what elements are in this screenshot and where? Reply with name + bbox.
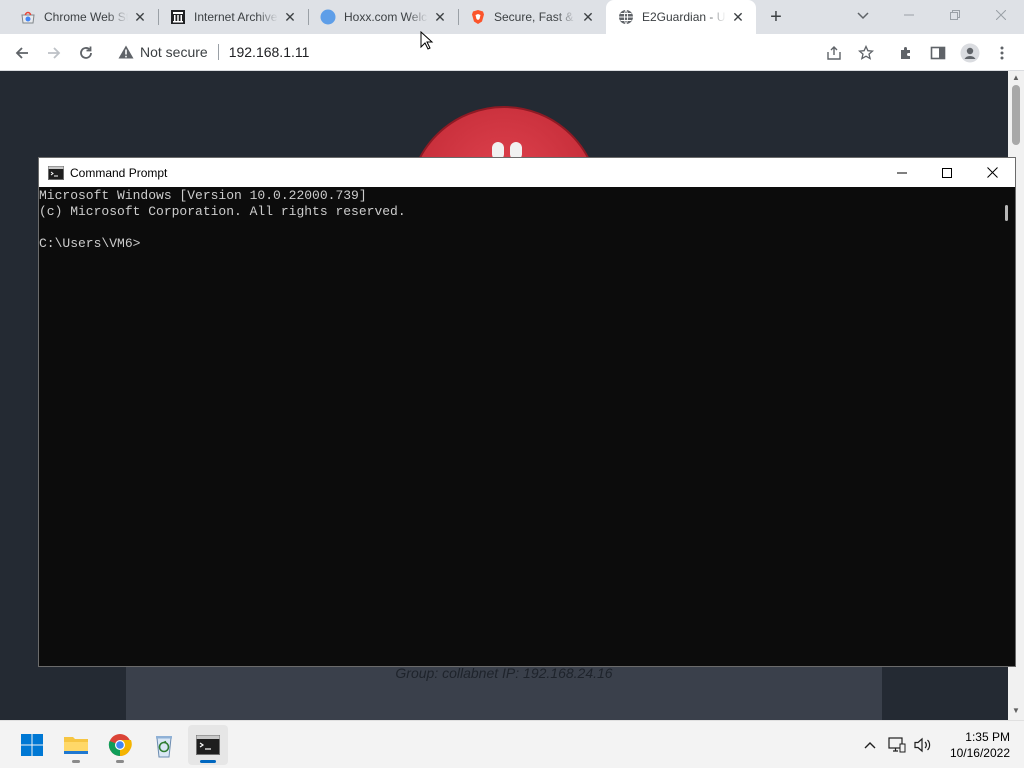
menu-button[interactable]	[988, 39, 1016, 67]
chrome-web-store-icon	[20, 9, 36, 25]
browser-tab-strip: Chrome Web Store ✕ Internet Archive ✕ Ho…	[0, 0, 1024, 34]
cmd-line: (c) Microsoft Corporation. All rights re…	[39, 204, 406, 219]
cmd-title: Command Prompt	[70, 165, 168, 180]
puzzle-icon	[901, 47, 910, 59]
address-bar[interactable]: Not secure 192.168.1.11	[108, 38, 888, 66]
reload-icon	[80, 46, 92, 59]
globe-icon	[618, 9, 634, 25]
tab-chrome-web-store[interactable]: Chrome Web Store ✕	[8, 0, 158, 34]
tab-brave[interactable]: Secure, Fast & Private ✕	[458, 0, 606, 34]
cmd-close-button[interactable]	[969, 158, 1015, 187]
taskbar: 1:35 PM 10/16/2022	[0, 720, 1024, 768]
chrome-icon	[108, 734, 132, 756]
globe-blue-icon	[320, 9, 336, 25]
forward-arrow-icon	[48, 47, 61, 59]
warning-triangle-icon[interactable]	[118, 44, 134, 60]
tab-title: E2Guardian - Unauthorised	[642, 10, 726, 24]
tab-e2guardian[interactable]: E2Guardian - Unauthorised ✕	[606, 0, 756, 34]
tab-title: Internet Archive	[194, 10, 278, 24]
cmd-line	[39, 220, 999, 236]
maximize-icon	[942, 167, 952, 178]
side-panel-button[interactable]	[924, 39, 952, 67]
url-text[interactable]: 192.168.1.11	[229, 44, 310, 60]
mouse-cursor-icon	[420, 31, 434, 50]
close-icon	[986, 167, 998, 178]
command-prompt-window[interactable]: Command Prompt Microsoft Windows [Versio…	[38, 157, 1016, 667]
tab-search-chevron-icon[interactable]	[852, 6, 874, 26]
back-arrow-icon	[15, 47, 28, 59]
scroll-thumb[interactable]	[1012, 85, 1020, 145]
reload-button[interactable]	[72, 39, 100, 67]
tab-title: Hoxx.com Welcome	[344, 10, 428, 24]
forward-button[interactable]	[40, 39, 68, 67]
bookmark-button[interactable]	[852, 39, 880, 67]
avatar-icon	[960, 43, 980, 63]
taskbar-file-explorer[interactable]	[56, 725, 96, 765]
minimize-icon	[904, 14, 914, 16]
cmd-minimize-button[interactable]	[879, 158, 925, 187]
browser-close-button[interactable]	[978, 0, 1024, 30]
security-label[interactable]: Not secure	[140, 44, 208, 60]
cmd-scrollbar[interactable]	[999, 187, 1015, 666]
browser-minimize-button[interactable]	[886, 0, 932, 30]
chevron-up-icon	[864, 742, 876, 749]
scroll-down-arrow-icon[interactable]: ▼	[1011, 706, 1021, 716]
file-explorer-icon	[64, 737, 88, 754]
internet-archive-icon	[170, 9, 186, 25]
start-button[interactable]	[12, 725, 52, 765]
cmd-prompt-line[interactable]: C:\Users\VM6>	[39, 236, 999, 252]
group-ip-line: Group: collabnet IP: 192.168.24.16	[395, 665, 613, 681]
taskbar-command-prompt[interactable]	[188, 725, 228, 765]
close-icon	[996, 10, 1006, 20]
network-button[interactable]	[886, 721, 908, 768]
tab-close-icon[interactable]: ✕	[730, 9, 746, 25]
cmd-app-icon	[48, 165, 64, 180]
taskbar-recycle-app[interactable]	[144, 725, 184, 765]
tab-close-icon[interactable]: ✕	[432, 9, 448, 25]
recycle-app-icon	[156, 736, 172, 758]
side-panel-icon	[930, 46, 946, 60]
network-monitor-icon	[888, 737, 906, 753]
command-prompt-icon	[196, 735, 220, 755]
restore-icon	[950, 10, 960, 20]
omnibox-divider	[217, 44, 219, 60]
windows-start-icon	[21, 734, 43, 756]
running-indicator	[116, 760, 124, 763]
tab-internet-archive[interactable]: Internet Archive ✕	[158, 0, 308, 34]
extensions-button[interactable]	[892, 39, 920, 67]
cmd-output[interactable]: Microsoft Windows [Version 10.0.22000.73…	[39, 187, 999, 666]
back-button[interactable]	[8, 39, 36, 67]
taskbar-chrome[interactable]	[100, 725, 140, 765]
tab-close-icon[interactable]: ✕	[282, 9, 298, 25]
clock-date: 10/16/2022	[949, 746, 1010, 760]
kebab-menu-icon	[1000, 46, 1004, 60]
tab-close-icon[interactable]: ✕	[580, 9, 596, 25]
tab-title: Secure, Fast & Private	[494, 10, 576, 24]
tab-title: Chrome Web Store	[44, 10, 128, 24]
show-hidden-icons-button[interactable]	[860, 721, 880, 768]
new-tab-button[interactable]: +	[764, 5, 788, 29]
cmd-scroll-thumb[interactable]	[1005, 205, 1008, 221]
share-icon	[827, 46, 841, 60]
active-indicator	[200, 760, 216, 763]
taskbar-clock[interactable]: 1:35 PM 10/16/2022	[920, 729, 1010, 761]
minimize-icon	[897, 172, 907, 173]
profile-button[interactable]	[956, 39, 984, 67]
cmd-line: Microsoft Windows [Version 10.0.22000.73…	[39, 188, 367, 203]
browser-toolbar: Not secure 192.168.1.11	[0, 34, 1024, 71]
tab-close-icon[interactable]: ✕	[132, 9, 148, 25]
clock-time: 1:35 PM	[965, 730, 1010, 744]
scroll-up-arrow-icon[interactable]: ▲	[1011, 73, 1021, 83]
running-indicator	[72, 760, 80, 763]
brave-lion-icon	[470, 9, 486, 25]
cmd-title-bar[interactable]: Command Prompt	[39, 158, 1015, 187]
tab-hoxx[interactable]: Hoxx.com Welcome ✕	[308, 0, 458, 34]
browser-restore-button[interactable]	[932, 0, 978, 30]
share-button[interactable]	[820, 39, 848, 67]
star-icon	[858, 45, 874, 60]
cmd-maximize-button[interactable]	[924, 158, 970, 187]
